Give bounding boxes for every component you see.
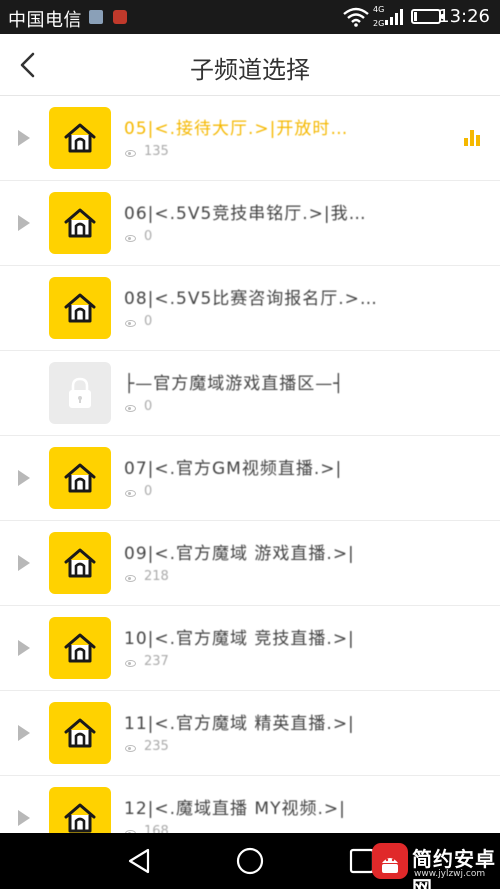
eye-icon	[125, 235, 136, 242]
expand-arrow-icon[interactable]	[18, 810, 30, 826]
carrier-label: 中国电信	[8, 10, 82, 31]
channel-row[interactable]: 12|<.魔域直播 MY视频.>| 168	[0, 776, 500, 833]
viewer-count: 0	[144, 399, 153, 414]
channel-name: ├—官方魔域游戏直播区—┤	[124, 374, 345, 394]
viewer-count: 0	[144, 314, 153, 329]
home-circle-icon[interactable]	[234, 845, 266, 877]
channel-name: 10|<.官方魔域 竞技直播.>|	[124, 629, 355, 649]
house-icon	[49, 617, 111, 679]
house-icon	[49, 702, 111, 764]
channel-row[interactable]: 07|<.官方GM视频直播.>| 0	[0, 436, 500, 521]
house-icon	[49, 532, 111, 594]
viewer-count: 135	[144, 144, 169, 159]
back-triangle-icon[interactable]	[124, 845, 156, 877]
lock-icon	[49, 362, 111, 424]
viewer-count: 168	[144, 824, 169, 833]
signal-icon	[385, 9, 403, 25]
channel-row[interactable]: 08|<.5V5比赛咨询报名厅.>… 0	[0, 266, 500, 351]
channel-list[interactable]: 05|<.接待大厅.>|开放时… 135 06|<.5V5竞技串铭厅.>|我… 0 08…	[0, 96, 500, 833]
eye-icon	[125, 405, 136, 412]
house-icon	[49, 192, 111, 254]
channel-row[interactable]: ├—官方魔域游戏直播区—┤ 0	[0, 351, 500, 436]
eye-icon	[125, 320, 136, 327]
house-icon	[49, 277, 111, 339]
eye-icon	[125, 575, 136, 582]
clock: 13:26	[438, 6, 490, 27]
eye-icon	[125, 150, 136, 157]
expand-arrow-icon[interactable]	[18, 555, 30, 571]
house-icon	[49, 447, 111, 509]
wifi-icon	[343, 7, 369, 27]
viewer-count: 0	[144, 484, 153, 499]
expand-arrow-icon[interactable]	[18, 725, 30, 741]
channel-name: 07|<.官方GM视频直播.>|	[124, 459, 343, 479]
eye-icon	[125, 660, 136, 667]
top-app-bar: 子频道选择	[0, 34, 500, 96]
network-4g-label: 4G	[373, 5, 385, 14]
viewer-count: 0	[144, 229, 153, 244]
watermark-text: 简约安卓网	[412, 847, 496, 889]
channel-row[interactable]: 11|<.官方魔域 精英直播.>| 235	[0, 691, 500, 776]
battery-icon	[411, 9, 444, 24]
house-icon	[49, 107, 111, 169]
expand-arrow-icon[interactable]	[18, 215, 30, 231]
android-logo-icon	[372, 843, 408, 879]
channel-row[interactable]: 05|<.接待大厅.>|开放时… 135	[0, 96, 500, 181]
gallery-notification-icon	[89, 10, 103, 24]
status-bar: 中国电信 4G 2G 13:26	[0, 0, 500, 34]
expand-arrow-icon[interactable]	[18, 470, 30, 486]
channel-name: 11|<.官方魔域 精英直播.>|	[124, 714, 355, 734]
channel-row[interactable]: 09|<.官方魔域 游戏直播.>| 218	[0, 521, 500, 606]
watermark-url: www.jylzwj.com	[414, 869, 486, 879]
channel-name: 09|<.官方魔域 游戏直播.>|	[124, 544, 355, 564]
channel-row[interactable]: 10|<.官方魔域 竞技直播.>| 237	[0, 606, 500, 691]
viewer-count: 235	[144, 739, 169, 754]
app-notification-icon	[113, 10, 127, 24]
viewer-count: 237	[144, 654, 169, 669]
expand-arrow-icon[interactable]	[18, 640, 30, 656]
network-2g-label: 2G	[373, 19, 385, 28]
page-title: 子频道选择	[190, 56, 310, 84]
house-icon	[49, 787, 111, 833]
expand-arrow-icon[interactable]	[18, 130, 30, 146]
channel-row[interactable]: 06|<.5V5竞技串铭厅.>|我… 0	[0, 181, 500, 266]
site-watermark: 简约安卓网 www.jylzwj.com	[368, 837, 500, 889]
viewer-count: 218	[144, 569, 169, 584]
eye-icon	[125, 490, 136, 497]
channel-name: 12|<.魔域直播 MY视频.>|	[124, 799, 346, 819]
eye-icon	[125, 745, 136, 752]
channel-name: 08|<.5V5比赛咨询报名厅.>…	[124, 289, 378, 309]
audio-bars-icon	[464, 130, 484, 146]
channel-name: 06|<.5V5竞技串铭厅.>|我…	[124, 204, 367, 224]
channel-name: 05|<.接待大厅.>|开放时…	[124, 119, 349, 139]
